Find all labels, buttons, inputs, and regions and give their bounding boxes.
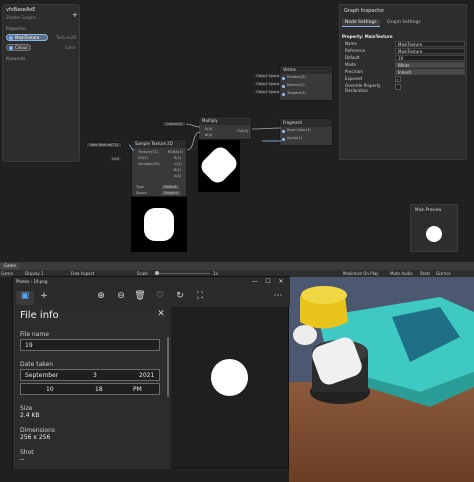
photos-window-title: Photos - 19.png <box>16 279 48 284</box>
exposed-checkbox[interactable]: ✓ <box>395 76 401 82</box>
photo-image <box>211 359 248 396</box>
dimensions-value: 256 x 256 <box>20 434 51 441</box>
photos-toolbar: ▣ + ⊕ ⊖ 🗑 ♡ ↻ ⛶ ⋯ <box>13 287 290 307</box>
default-texture-field[interactable]: 19 <box>395 55 465 61</box>
year-value: 2021 <box>139 372 155 379</box>
hour-value: 10 <box>46 386 54 393</box>
inspector-heading: Property: MainTexture <box>342 34 393 39</box>
file-name-input[interactable]: 19 <box>20 339 160 351</box>
add-icon[interactable]: + <box>37 291 51 301</box>
name-field[interactable]: MainTexture <box>395 41 465 47</box>
dimensions-label: Dimensions <box>20 427 56 434</box>
zoom-out-icon[interactable]: ⊖ <box>115 291 127 301</box>
scale-slider-handle[interactable] <box>155 271 159 275</box>
minute-value: 18 <box>95 386 103 393</box>
zoom-in-icon[interactable]: ⊕ <box>95 291 107 301</box>
size-value: 2.4 KB <box>20 412 40 419</box>
precision-dropdown[interactable]: Inherit <box>395 69 465 75</box>
crop-icon[interactable]: ⛶ <box>194 291 206 301</box>
ampm-value: PM <box>133 386 142 393</box>
minimize-icon[interactable]: — <box>250 277 260 287</box>
tab-graph-settings[interactable]: Graph Settings <box>384 19 424 27</box>
favorite-icon[interactable]: ♡ <box>154 291 166 301</box>
day-value: 3 <box>93 372 97 379</box>
size-label: Size <box>20 405 33 412</box>
file-info-panel: File info ✕ File name 19 Date taken Sept… <box>13 307 171 469</box>
row-label: Exposed <box>345 76 362 81</box>
shot-label: Shot <box>20 449 34 456</box>
rotate-icon[interactable]: ↻ <box>174 291 186 301</box>
time-picker[interactable]: 10 18 PM <box>20 383 160 395</box>
override-checkbox[interactable] <box>395 84 401 90</box>
file-info-title: File info <box>20 310 59 321</box>
tab-node-settings[interactable]: Node Settings <box>342 19 380 27</box>
close-window-icon[interactable]: ✕ <box>276 277 286 287</box>
inspector-title: Graph Inspector <box>344 8 385 14</box>
reference-field[interactable]: MainTexture <box>395 48 465 54</box>
close-panel-icon[interactable]: ✕ <box>156 309 166 319</box>
date-taken-label: Date taken <box>20 361 54 368</box>
row-label: Override Property Declaration <box>345 83 381 93</box>
gallery-icon[interactable]: ▣ <box>16 291 34 305</box>
more-icon[interactable]: ⋯ <box>272 291 284 301</box>
shot-value: -- <box>20 456 25 463</box>
scale-slider[interactable] <box>155 273 210 274</box>
scrollbar[interactable] <box>167 337 169 397</box>
row-label: Precision <box>345 69 363 74</box>
photos-titlebar: Photos - 19.png — ☐ ✕ <box>13 277 290 287</box>
graph-inspector-panel: Graph Inspector Node Settings Graph Sett… <box>339 4 467 160</box>
game-tab-bar: Game <box>0 262 474 270</box>
date-picker[interactable]: September 3 2021 <box>20 369 160 381</box>
row-label: Mode <box>345 62 356 67</box>
row-label: Default <box>345 55 360 60</box>
row-label: Name <box>345 41 357 46</box>
month-value: September <box>25 372 59 379</box>
tab-game[interactable]: Game <box>1 263 19 269</box>
main-preview-title: Main Preview <box>415 207 442 212</box>
main-preview-panel: Main Preview <box>410 204 458 252</box>
maximize-icon[interactable]: ☐ <box>263 277 273 287</box>
delete-icon[interactable]: 🗑 <box>134 291 146 301</box>
row-label: Reference <box>345 48 366 53</box>
file-name-label: File name <box>20 331 49 338</box>
shader-graph-canvas[interactable]: vfxBaseAoE Shader Graphs + Properties Ma… <box>0 0 474 262</box>
preview-sphere <box>426 226 442 242</box>
photos-app-window: Photos - 19.png — ☐ ✕ ▣ + ⊕ ⊖ 🗑 ♡ ↻ ⛶ ⋯ … <box>12 276 290 469</box>
mode-dropdown[interactable]: White <box>395 62 465 68</box>
